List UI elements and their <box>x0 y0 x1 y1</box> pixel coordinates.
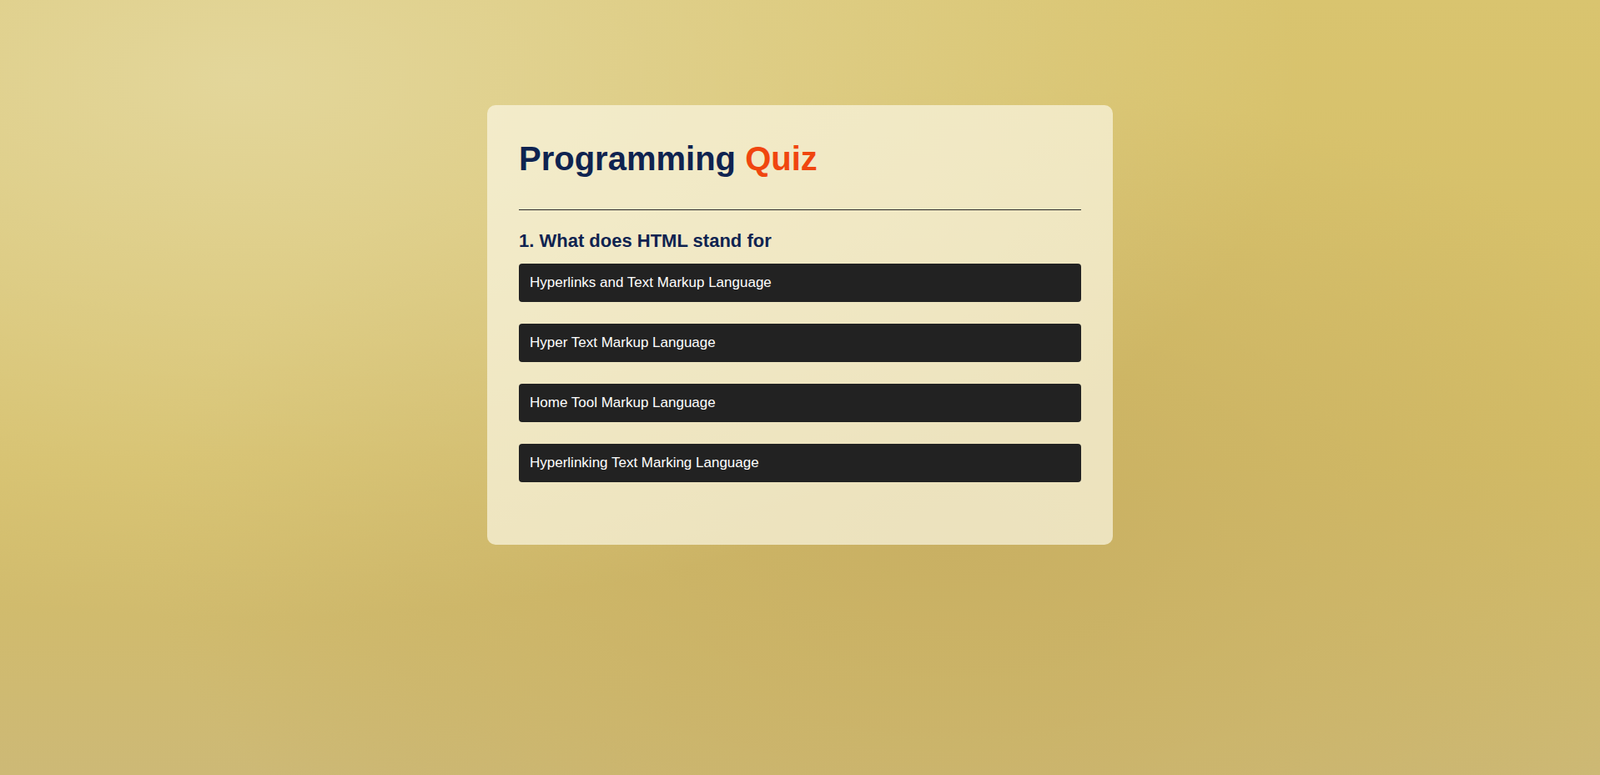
answer-button[interactable]: Hyperlinking Text Marking Language <box>518 443 1082 483</box>
answer-button[interactable]: Hyperlinks and Text Markup Language <box>518 263 1082 302</box>
quiz-card: Programming Quiz 1. What does HTML stand … <box>487 105 1113 545</box>
question-text: 1. What does HTML stand for <box>518 229 1082 254</box>
quiz-title: Programming Quiz <box>518 138 1082 179</box>
quiz-page: Programming Quiz 1. What does HTML stand … <box>0 0 1600 775</box>
answer-list: Hyperlinks and Text Markup Language Hyper… <box>518 263 1082 483</box>
quiz-title-accent: Quiz <box>744 140 818 177</box>
answer-button[interactable]: Hyper Text Markup Language <box>518 323 1082 363</box>
title-divider <box>518 209 1082 211</box>
answer-button[interactable]: Home Tool Markup Language <box>518 383 1082 423</box>
